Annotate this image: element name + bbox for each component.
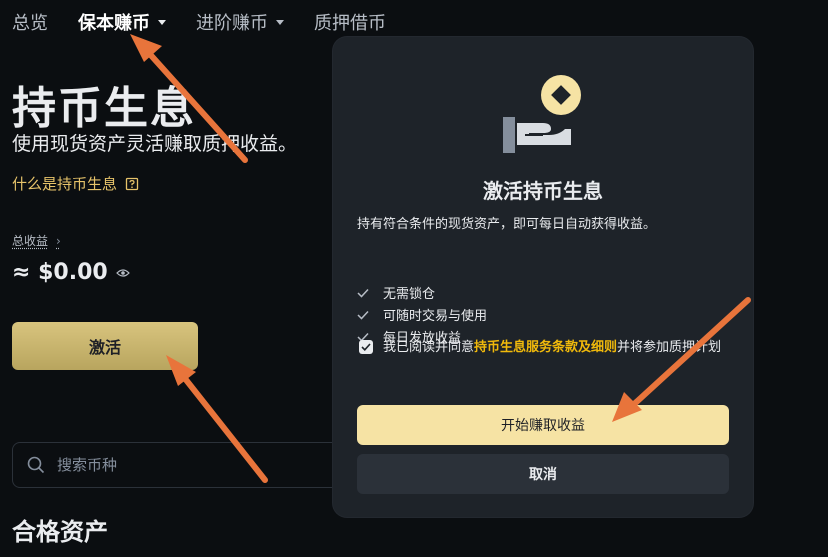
total-earnings-label[interactable]: 总收益 › <box>12 232 61 249</box>
check-icon <box>357 288 369 298</box>
earnings-amount: ≈ $0.00 <box>12 260 108 285</box>
coin-hand-icon <box>503 75 581 153</box>
nav-item-label: 进阶赚币 <box>196 13 268 34</box>
feature-item: 无需锁仓 <box>357 283 435 302</box>
nav-item-simple-earn[interactable]: 保本赚币 <box>78 9 166 35</box>
caret-down-icon <box>158 19 166 25</box>
eye-icon[interactable] <box>115 268 130 278</box>
terms-checkbox[interactable] <box>359 340 373 354</box>
total-earnings-text: 总收益 <box>12 234 49 248</box>
terms-suffix: 并将参加质押计划 <box>617 340 722 355</box>
checkmark-icon <box>361 343 371 351</box>
eligible-assets-title: 合格资产 <box>12 518 108 546</box>
nav-item-label: 总览 <box>12 13 48 34</box>
terms-text: 我已阅读并同意持币生息服务条款及细则并将参加质押计划 <box>383 337 721 359</box>
terms-prefix: 我已阅读并同意 <box>383 340 475 355</box>
nav-item-label: 质押借币 <box>314 13 386 34</box>
nav-item-overview[interactable]: 总览 <box>12 9 48 35</box>
total-earnings-value: ≈ $0.00 <box>12 260 130 285</box>
page-subtitle: 使用现货资产灵活赚取质押收益。 <box>12 133 298 155</box>
feature-text: 可随时交易与使用 <box>383 309 488 324</box>
top-nav: 总览 保本赚币 进阶赚币 质押借币 <box>12 8 416 36</box>
terms-link[interactable]: 持币生息服务条款及细则 <box>474 340 617 355</box>
search-input[interactable] <box>55 455 319 475</box>
start-earning-button[interactable]: 开始赚取收益 <box>357 405 729 445</box>
modal-description: 持有符合条件的现货资产，即可每日自动获得收益。 <box>357 217 657 232</box>
what-is-link[interactable]: 什么是持币生息 <box>12 173 139 194</box>
terms-agreement: 我已阅读并同意持币生息服务条款及细则并将参加质押计划 <box>359 337 729 359</box>
chevron-right-icon: › <box>56 233 61 248</box>
nav-item-label: 保本赚币 <box>78 13 150 34</box>
nav-item-advanced-earn[interactable]: 进阶赚币 <box>196 9 284 35</box>
help-doc-icon <box>125 177 139 190</box>
what-is-link-label: 什么是持币生息 <box>12 175 118 193</box>
caret-down-icon <box>276 19 284 25</box>
feature-item: 可随时交易与使用 <box>357 305 487 324</box>
activate-modal: 激活持币生息 持有符合条件的现货资产，即可每日自动获得收益。 无需锁仓 可随时交… <box>333 37 753 517</box>
page-title: 持币生息 <box>12 83 196 134</box>
search-box[interactable] <box>12 442 352 488</box>
feature-text: 无需锁仓 <box>383 287 436 302</box>
activate-button[interactable]: 激活 <box>12 322 198 370</box>
modal-title: 激活持币生息 <box>483 179 603 203</box>
search-icon <box>27 456 45 474</box>
check-icon <box>357 310 369 320</box>
nav-item-loans[interactable]: 质押借币 <box>314 9 386 35</box>
cancel-button[interactable]: 取消 <box>357 454 729 494</box>
